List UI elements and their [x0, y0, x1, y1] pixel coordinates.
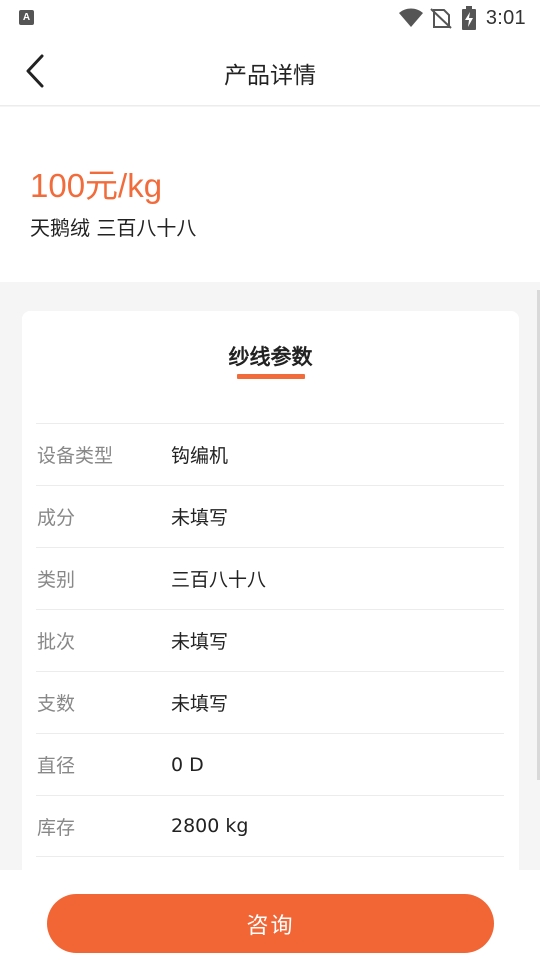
param-value: 2800 kg — [171, 815, 249, 837]
clock: 3:01 — [485, 6, 526, 29]
param-label: 设备类型 — [37, 445, 114, 467]
param-row-count: 支数 未填写 — [36, 671, 504, 733]
param-value: 未填写 — [171, 693, 229, 715]
param-value: 未填写 — [171, 631, 229, 653]
param-label: 类别 — [37, 569, 76, 591]
app-header: 产品详情 — [0, 36, 540, 106]
param-value: 三百八十八 — [171, 569, 267, 591]
product-price: 100元/kg — [30, 167, 163, 204]
status-bar: A 3:01 — [0, 0, 540, 36]
param-value: 钩编机 — [171, 445, 229, 467]
yarn-params-card: 纱线参数 设备类型 钩编机 成分 未填写 类别 三百八十八 批次 未填写 支数 … — [22, 311, 519, 931]
no-sim-icon — [430, 8, 452, 29]
status-icons: 3:01 — [398, 6, 526, 30]
param-row-batch: 批次 未填写 — [36, 609, 504, 671]
param-value: 0 D — [171, 753, 204, 776]
param-label: 批次 — [37, 631, 76, 653]
product-summary-card: 100元/kg 天鹅绒 三百八十八 — [0, 107, 540, 282]
param-row-device-type: 设备类型 钩编机 — [36, 423, 504, 485]
param-row-category: 类别 三百八十八 — [36, 547, 504, 609]
consult-button[interactable]: 咨询 — [47, 894, 494, 953]
param-row-stock: 库存 2800 kg — [36, 795, 504, 857]
param-label: 直径 — [37, 755, 76, 777]
bottom-action-bar: 咨询 — [0, 870, 540, 960]
page-title: 产品详情 — [224, 63, 316, 89]
params-title: 纱线参数 — [228, 345, 313, 369]
param-row-composition: 成分 未填写 — [36, 485, 504, 547]
param-label: 成分 — [37, 507, 76, 529]
product-name: 天鹅绒 三百八十八 — [30, 216, 197, 240]
param-value: 未填写 — [171, 507, 229, 529]
params-title-underline — [237, 374, 305, 379]
param-row-diameter: 直径 0 D — [36, 733, 504, 795]
app-notification-icon: A — [19, 10, 34, 25]
battery-charging-icon — [461, 6, 476, 30]
wifi-icon — [398, 8, 423, 27]
param-label: 支数 — [37, 693, 76, 715]
param-label: 库存 — [37, 816, 76, 839]
params-list: 设备类型 钩编机 成分 未填写 类别 三百八十八 批次 未填写 支数 未填写 直… — [36, 423, 504, 857]
